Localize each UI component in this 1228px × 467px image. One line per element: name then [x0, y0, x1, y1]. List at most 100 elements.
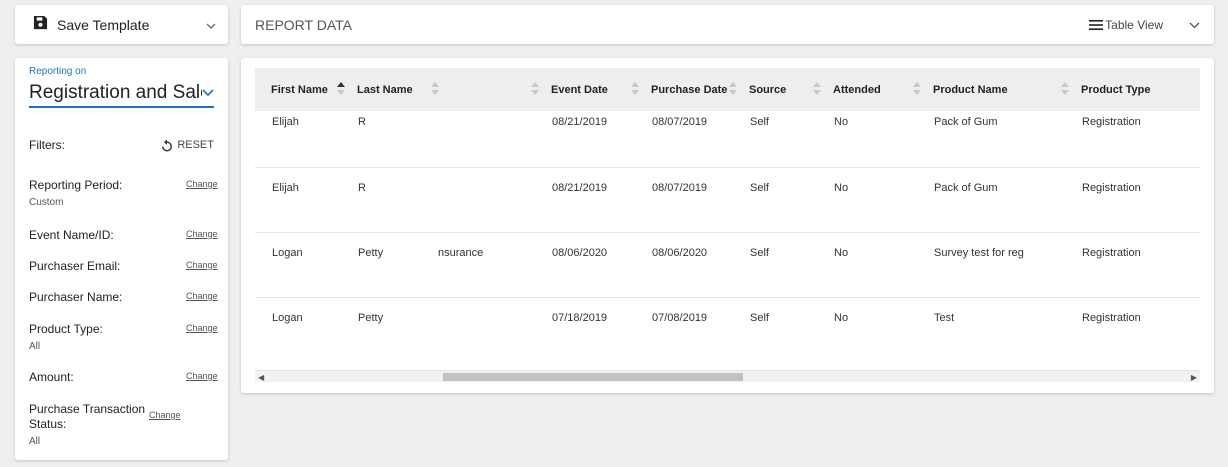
reset-label: RESET — [177, 139, 214, 151]
filter-value: All — [29, 341, 41, 352]
filter-row: Event Name/ID: Change — [29, 228, 228, 243]
table-cell: Petty — [341, 231, 435, 297]
cell-text: 08/07/2019 — [652, 116, 708, 128]
filter-name: Amount: — [29, 370, 74, 384]
table-cell: Petty — [341, 296, 435, 362]
filter-row: Reporting Period: Custom Change — [29, 178, 228, 208]
table-cell: 08/21/2019 — [535, 111, 635, 167]
report-table-viewport[interactable]: First Name Last Name Event Date Purchase Da… — [255, 68, 1200, 370]
column-header-label: Product Name — [933, 83, 1008, 96]
cell-text: Logan — [272, 246, 303, 259]
table-cell: Elijah — [255, 111, 341, 167]
cell-text: Pack of Gum — [934, 116, 998, 128]
column-header-label: Purchase Date — [651, 83, 728, 96]
table-row[interactable]: Logan Petty nsurance 08/06/2020 08/06/2020 Se… — [255, 231, 1200, 297]
horizontal-scrollbar[interactable]: ◀ ▶ — [255, 370, 1200, 382]
report-title: REPORT DATA — [255, 16, 352, 33]
cell-text: Self — [750, 181, 769, 194]
cell-text: Registration — [1082, 246, 1141, 259]
filters-panel: Reporting on Registration and Sales I...… — [15, 58, 228, 460]
column-header[interactable] — [435, 68, 539, 111]
table-cell: Logan — [255, 231, 341, 297]
table-cell: Logan — [255, 296, 341, 362]
column-header[interactable]: Event Date — [535, 68, 639, 111]
scroll-left-icon[interactable]: ◀ — [258, 373, 264, 382]
cell-text: R — [358, 181, 366, 194]
column-header[interactable]: First Name — [255, 68, 345, 111]
filter-change-link[interactable]: Change — [149, 410, 181, 420]
chevron-down-icon — [202, 84, 214, 102]
table-cell: Registration — [1065, 166, 1200, 232]
column-header[interactable]: Last Name — [341, 68, 439, 111]
menu-lines-icon — [1089, 19, 1104, 30]
filter-change-link[interactable]: Change — [186, 260, 218, 270]
report-table-card: First Name Last Name Event Date Purchase Da… — [241, 58, 1214, 393]
cell-text: Petty — [358, 311, 384, 324]
column-header[interactable]: Attended — [817, 68, 921, 111]
table-view-label: Table View — [1105, 17, 1163, 32]
table-cell: R — [341, 111, 435, 167]
filter-change-link[interactable]: Change — [186, 229, 218, 239]
table-cell: 08/06/2020 — [635, 231, 733, 297]
filter-value: Custom — [29, 197, 64, 208]
filter-row: Purchaser Name: Change — [29, 290, 228, 305]
floppy-disk-icon — [33, 15, 48, 35]
filter-change-link[interactable]: Change — [186, 371, 218, 381]
cell-text: Self — [750, 116, 769, 128]
cell-text: Elijah — [272, 116, 299, 128]
chevron-down-icon[interactable] — [206, 16, 216, 34]
table-cell: Test — [917, 296, 1065, 362]
scroll-right-icon[interactable]: ▶ — [1191, 373, 1197, 382]
cell-text: No — [834, 246, 849, 259]
filter-change-link[interactable]: Change — [186, 291, 218, 301]
filter-name: Purchaser Email: — [29, 259, 121, 273]
table-view-button[interactable]: Table View — [1089, 18, 1163, 32]
table-cell: Self — [733, 231, 817, 297]
cell-text: Elijah — [272, 181, 299, 194]
cell-text: R — [358, 116, 366, 128]
cell-text: 08/06/2020 — [552, 246, 608, 259]
table-row[interactable]: Elijah R 08/21/2019 08/07/2019 Self No Pack of… — [255, 166, 1200, 232]
table-cell: No — [817, 231, 917, 297]
column-header[interactable]: Product Name — [917, 68, 1069, 111]
column-header[interactable]: Purchase Date — [635, 68, 737, 111]
cell-text: Registration — [1082, 116, 1141, 128]
reset-button[interactable]: RESET — [161, 139, 214, 152]
table-row[interactable]: Logan Petty 07/18/2019 07/08/2019 Self No Test… — [255, 296, 1200, 362]
cell-text: 07/08/2019 — [652, 311, 708, 324]
filter-row: Purchase Transaction Status: All Change — [29, 402, 228, 447]
scrollbar-thumb[interactable] — [443, 373, 743, 381]
column-header[interactable]: Source — [733, 68, 821, 111]
column-header-label: Source — [749, 83, 787, 96]
column-header-label: Event Date — [551, 83, 608, 96]
cell-text: Test — [934, 311, 955, 324]
table-cell: nsurance — [435, 231, 535, 297]
filter-row: Amount: Change — [29, 370, 228, 385]
filter-row: Product Type: All Change — [29, 322, 228, 352]
report-table: First Name Last Name Event Date Purchase Da… — [255, 68, 1200, 362]
save-template-button[interactable]: Save Template — [15, 5, 228, 44]
cell-text: 07/18/2019 — [552, 311, 608, 324]
filter-change-link[interactable]: Change — [186, 179, 218, 189]
cell-text: 08/21/2019 — [552, 181, 608, 194]
table-cell: Self — [733, 111, 817, 167]
cell-text: Self — [750, 246, 769, 259]
filter-name: Event Name/ID: — [29, 228, 114, 242]
report-header: REPORT DATA Table View — [241, 5, 1214, 44]
reset-icon — [162, 139, 173, 151]
reporting-on-label: Reporting on — [29, 66, 87, 77]
table-cell: 08/21/2019 — [535, 166, 635, 232]
column-header[interactable]: Product Type — [1065, 68, 1200, 111]
column-header-label: First Name — [271, 83, 328, 96]
table-row[interactable]: Elijah R 08/21/2019 08/07/2019 Self No Pack of… — [255, 111, 1200, 167]
table-cell: 08/07/2019 — [635, 111, 733, 167]
save-template-label: Save Template — [57, 16, 150, 33]
chevron-down-icon[interactable] — [1189, 16, 1200, 34]
filter-name: Purchase Transaction Status: — [29, 402, 146, 431]
filter-change-link[interactable]: Change — [186, 323, 218, 333]
reporting-on-value: Registration and Sales I... — [29, 82, 202, 103]
cell-text: Self — [750, 311, 769, 324]
table-cell: Registration — [1065, 231, 1200, 297]
reporting-on-select[interactable]: Registration and Sales I... — [29, 80, 214, 108]
table-cell: 07/18/2019 — [535, 296, 635, 362]
